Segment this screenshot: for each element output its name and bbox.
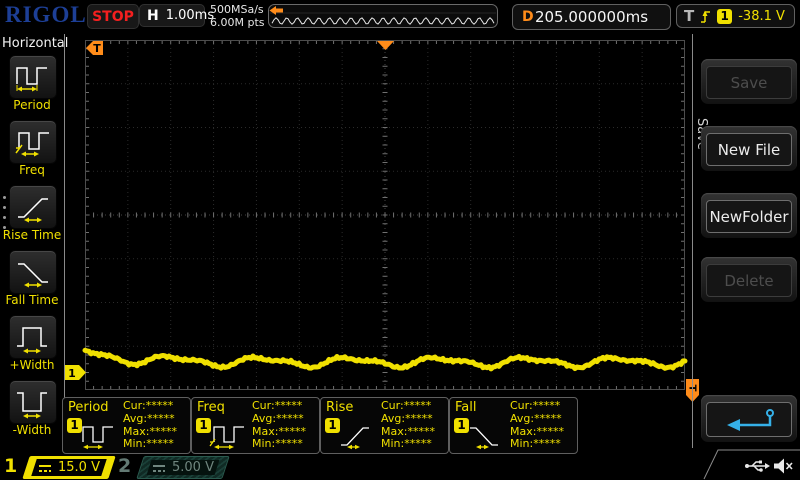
dc-coupling-icon (152, 463, 166, 473)
measurement-freq-cur: Cur:***** (252, 400, 306, 413)
channel2-number[interactable]: 2 (118, 455, 131, 477)
measurement-period-avg: Avg:***** (123, 413, 177, 426)
channel1-number[interactable]: 1 (4, 455, 17, 477)
dc-coupling-icon (38, 463, 52, 473)
measurement-rise-avg: Avg:***** (381, 413, 435, 426)
period-icon (80, 418, 120, 450)
measurement-period-label: Period (68, 400, 109, 415)
measurement-fall-cur: Cur:***** (510, 400, 564, 413)
freq-icon (209, 418, 249, 450)
measurement-rise-min: Min:***** (381, 438, 435, 451)
channel1-scale: 15.0 V (58, 460, 100, 475)
trigger-position-icon (377, 41, 394, 50)
measurement-box-fall: Fall 1 Cur:***** Avg:***** Max:***** Min… (449, 397, 578, 454)
measurement-box-freq: Freq 1 Cur:***** Avg:***** Max:***** Min… (191, 397, 320, 454)
trigger-level-marker-label: T (687, 385, 698, 392)
speaker-muted-icon (772, 457, 794, 475)
measurement-freq-label: Freq (197, 400, 225, 415)
measurement-fall-min: Min:***** (510, 438, 564, 451)
delete-button-label: Delete (706, 264, 792, 297)
channel2-status[interactable]: 5.00 V (136, 456, 229, 479)
rise-time-icon (338, 418, 378, 450)
measurement-period-cur: Cur:***** (123, 400, 177, 413)
trigger-position-marker-label: T (93, 42, 101, 55)
return-arrow-icon (718, 406, 780, 434)
measurement-freq-min: Min:***** (252, 438, 306, 451)
channel1-status[interactable]: 15.0 V (22, 456, 115, 479)
save-button-label: Save (706, 66, 792, 99)
menu-back-button[interactable] (701, 395, 797, 442)
measurement-fall-label: Fall (455, 400, 476, 415)
new-file-button[interactable]: New File (701, 126, 797, 171)
measurement-freq-avg: Avg:***** (252, 413, 306, 426)
measurement-rise-label: Rise (326, 400, 353, 415)
usb-icon (744, 458, 770, 474)
channel1-ground-marker-label: 1 (68, 367, 76, 380)
channel2-scale: 5.00 V (172, 460, 214, 475)
measurement-box-rise: Rise 1 Cur:***** Avg:***** Max:***** Min… (320, 397, 449, 454)
save-button[interactable]: Save (701, 59, 797, 104)
measurement-rise-cur: Cur:***** (381, 400, 435, 413)
new-folder-button[interactable]: NewFolder (701, 193, 797, 238)
delete-button[interactable]: Delete (701, 257, 797, 302)
measurement-period-min: Min:***** (123, 438, 177, 451)
fall-time-icon (467, 418, 507, 450)
new-file-button-label: New File (706, 133, 792, 166)
measurement-box-period: Period 1 Cur:***** Avg:***** Max:***** M… (62, 397, 191, 454)
new-folder-button-label: NewFolder (706, 200, 792, 233)
measurement-fall-avg: Avg:***** (510, 413, 564, 426)
